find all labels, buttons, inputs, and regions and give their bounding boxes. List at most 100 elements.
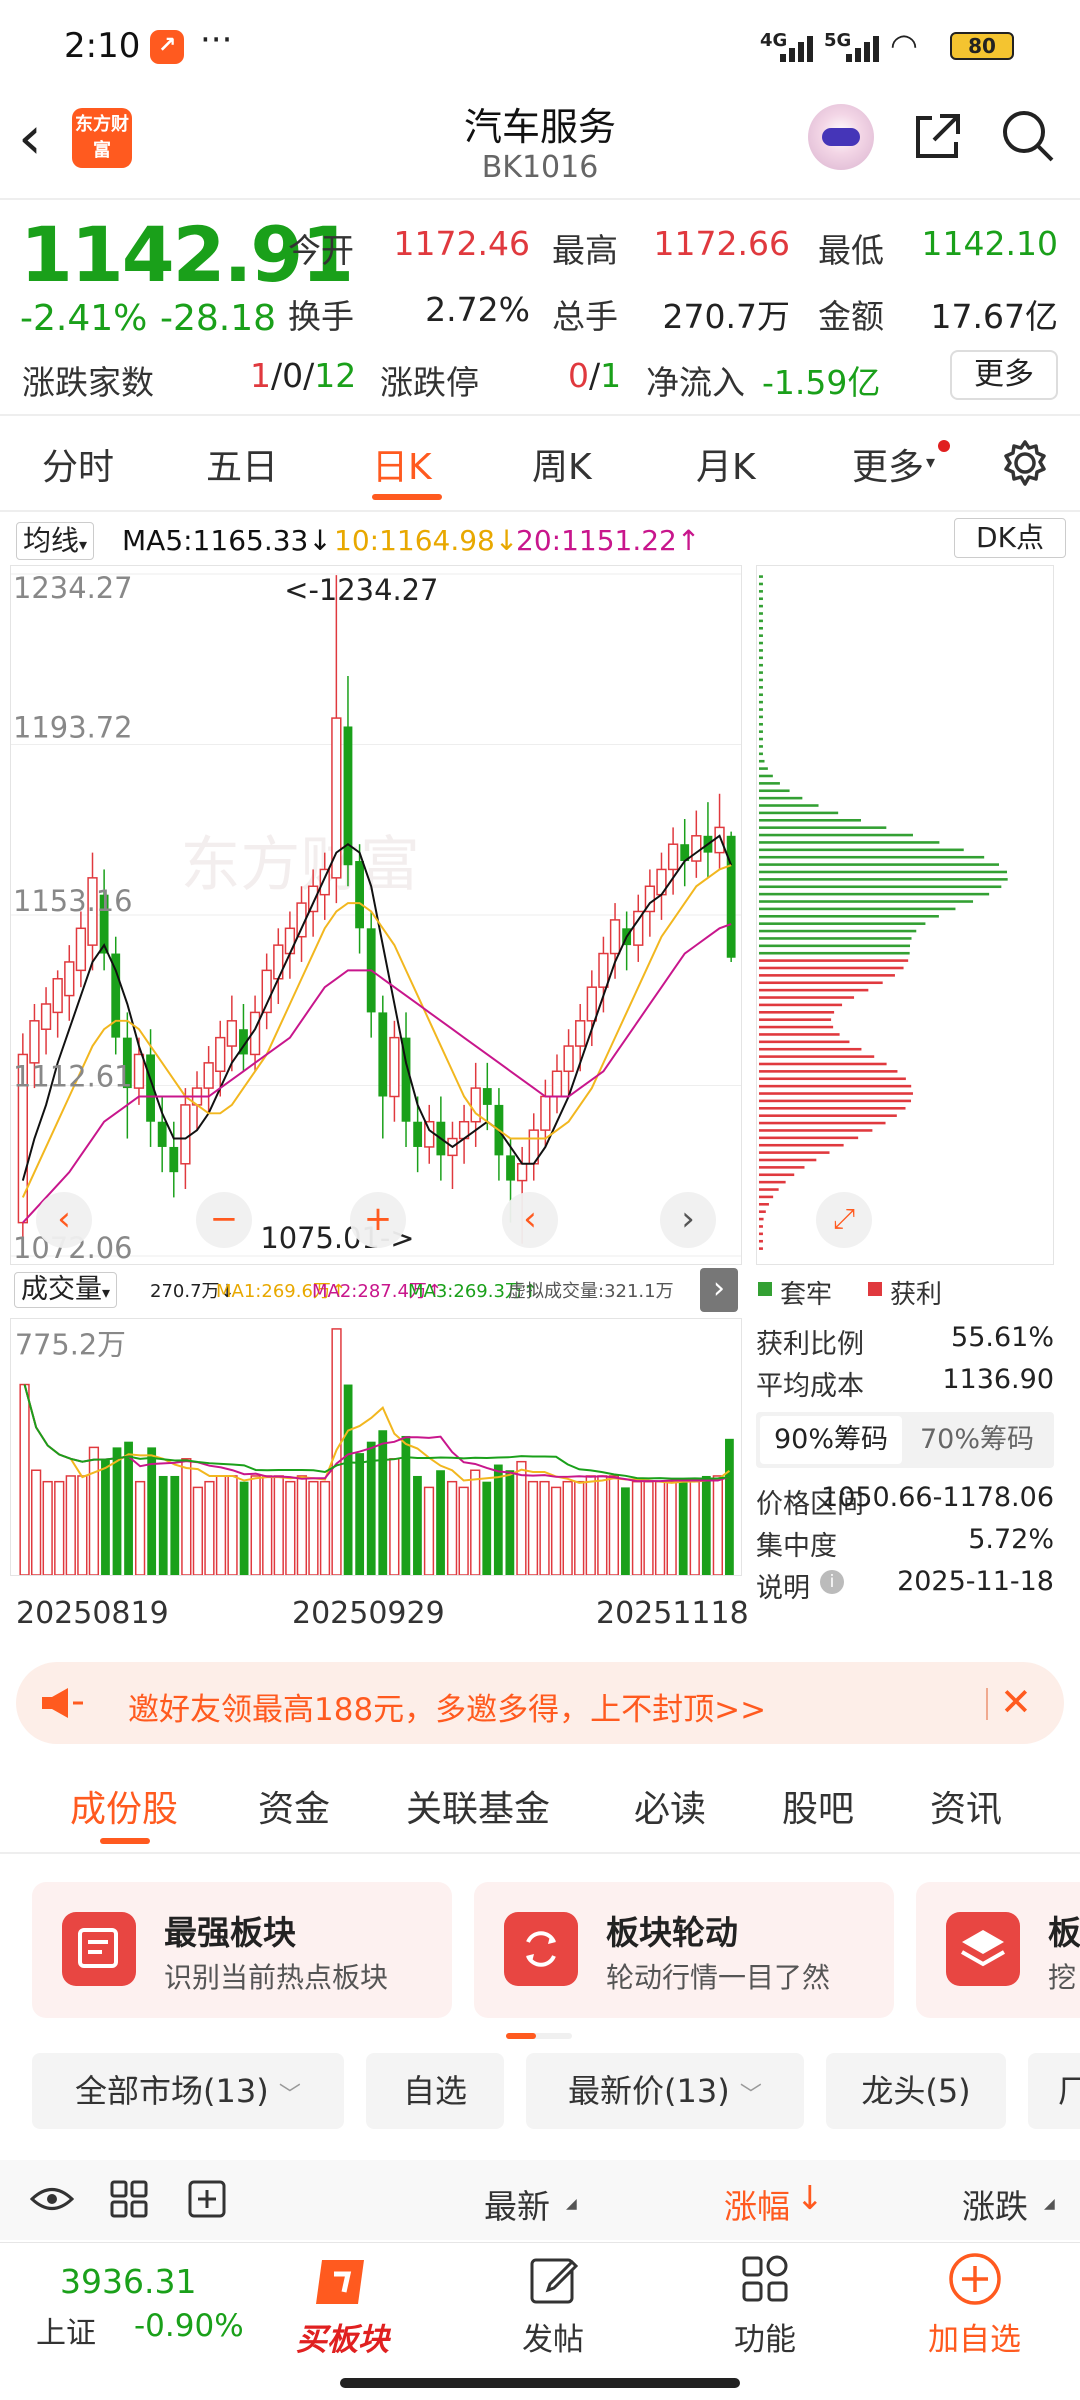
- volume-chart[interactable]: 775.2万: [10, 1318, 742, 1576]
- kline-chart[interactable]: 东方财富 1234.27 1193.72 1153.16 1112.61 107…: [10, 565, 742, 1265]
- buy-sector-icon[interactable]: [308, 2252, 378, 2312]
- index-name[interactable]: 上证: [36, 2308, 96, 2352]
- low-value: 1142.10: [921, 224, 1058, 263]
- zoom-out-button[interactable]: −: [196, 1192, 252, 1248]
- candle: [413, 1096, 423, 1173]
- chip-bar: [758, 1107, 906, 1110]
- search-icon[interactable]: [1000, 108, 1056, 164]
- candle: [609, 903, 621, 979]
- tab-monthly-k[interactable]: 月K: [696, 438, 756, 490]
- expand-icon[interactable]: ⤢: [816, 1192, 872, 1248]
- volume-value: 270.7万: [662, 297, 790, 336]
- chip-bar: [758, 959, 909, 962]
- chip-bar: [758, 1121, 886, 1125]
- gear-icon[interactable]: [1000, 438, 1050, 488]
- more-quote-button[interactable]: 更多: [950, 350, 1058, 400]
- turnover-label: 换手: [288, 297, 354, 336]
- x-label-mid: 20250929: [292, 1596, 445, 1631]
- collapse-arrow-icon[interactable]: ›: [700, 1268, 738, 1312]
- tab-more[interactable]: 更多: [852, 438, 924, 490]
- info-icon[interactable]: i: [820, 1570, 844, 1594]
- card-carousel-indicator: [506, 2033, 572, 2039]
- volume-selector[interactable]: 成交量▾: [14, 1272, 118, 1308]
- candle: [366, 911, 376, 1038]
- add-watchlist-icon[interactable]: [948, 2252, 1002, 2306]
- close-icon[interactable]: ✕: [1000, 1680, 1032, 1724]
- tab-weekly-k[interactable]: 周K: [532, 438, 592, 490]
- ma-selector[interactable]: 均线▾: [16, 522, 95, 560]
- index-value[interactable]: 3936.31: [60, 2262, 196, 2301]
- index-change[interactable]: -0.90%: [134, 2308, 244, 2344]
- volume-bar: [482, 1481, 492, 1575]
- volume-bar: [19, 1383, 30, 1575]
- volume-bar: [446, 1480, 458, 1575]
- share-icon[interactable]: [910, 108, 966, 164]
- ma10-label: 10:1164.98↓: [334, 524, 519, 557]
- card-sub-strongest: 识别当前热点板块: [164, 1961, 389, 1994]
- nav-buy-sector[interactable]: 买板块: [296, 2314, 389, 2359]
- volume-bar: [689, 1480, 700, 1575]
- open-value: 1172.46: [393, 224, 530, 263]
- grid-icon[interactable]: [110, 2180, 148, 2218]
- amount-value: 17.67亿: [930, 297, 1058, 336]
- candle: [726, 831, 736, 962]
- filter-more[interactable]: 厂: [1028, 2053, 1080, 2129]
- next-candle-button[interactable]: ›: [660, 1192, 716, 1248]
- chip-bar: [758, 693, 763, 697]
- tab-funds[interactable]: 资金: [258, 1780, 330, 1832]
- candle: [622, 911, 632, 971]
- candle: [40, 987, 52, 1055]
- assistant-avatar[interactable]: [808, 104, 874, 170]
- nav-function[interactable]: 功能: [734, 2314, 796, 2359]
- profit-legend-swatch: [868, 1282, 882, 1296]
- note-date: 2025-11-18: [897, 1566, 1054, 1597]
- volume-bar: [65, 1475, 76, 1575]
- limit-values: 0/1: [568, 356, 622, 395]
- netflow-label: 净流入: [646, 363, 745, 402]
- filter-market[interactable]: 全部市场(13) ﹀: [32, 2053, 344, 2129]
- apps-icon[interactable]: [740, 2254, 790, 2304]
- tab-chip-90[interactable]: 90%筹码: [760, 1416, 902, 1464]
- limit-label: 涨跌停: [380, 363, 479, 402]
- volume-label: 总手: [552, 297, 618, 336]
- add-box-icon[interactable]: [188, 2180, 226, 2218]
- tab-constituents[interactable]: 成份股: [70, 1780, 178, 1832]
- turnover-value: 2.72%: [425, 290, 530, 329]
- candle: [458, 1104, 470, 1164]
- tab-news[interactable]: 资讯: [930, 1780, 1002, 1832]
- tabs-divider: [0, 510, 1080, 512]
- volume-bar: [516, 1460, 527, 1575]
- chevron-left-icon[interactable]: ‹: [36, 1192, 92, 1248]
- chip-bar: [758, 929, 917, 933]
- tab-five-day[interactable]: 五日: [206, 438, 278, 490]
- tab-must-read[interactable]: 必读: [634, 1780, 706, 1832]
- chip-bar: [758, 671, 763, 674]
- promo-text[interactable]: 邀好友领最高188元，多邀多得，上不封顶>>: [128, 1684, 766, 1729]
- column-latest[interactable]: 最新: [484, 2180, 550, 2228]
- nav-add-watchlist[interactable]: 加自选: [928, 2314, 1021, 2359]
- tab-forum[interactable]: 股吧: [782, 1780, 854, 1832]
- tab-related-funds[interactable]: 关联基金: [406, 1780, 550, 1832]
- prev-candle-button[interactable]: ‹: [502, 1192, 558, 1248]
- volume-bar: [262, 1475, 273, 1575]
- breadth-label: 涨跌家数: [22, 363, 154, 402]
- tab-intraday[interactable]: 分时: [42, 438, 114, 490]
- chip-bar: [758, 619, 763, 623]
- nav-post[interactable]: 发帖: [522, 2314, 584, 2359]
- eye-icon[interactable]: [30, 2184, 74, 2214]
- filter-leaders[interactable]: 龙头(5): [826, 2053, 1006, 2129]
- filter-latest-price[interactable]: 最新价(13) ﹀: [526, 2053, 804, 2129]
- filter-watchlist[interactable]: 自选: [366, 2053, 504, 2129]
- dk-point-button[interactable]: DK点: [954, 518, 1066, 558]
- column-change-pct[interactable]: 涨幅: [724, 2180, 790, 2228]
- tab-chip-70[interactable]: 70%筹码: [906, 1416, 1048, 1464]
- tab-daily-k[interactable]: 日K: [372, 438, 432, 490]
- banner-separator: [986, 1688, 988, 1720]
- edit-icon[interactable]: [528, 2254, 580, 2306]
- strongest-sector-icon: [62, 1912, 136, 1986]
- card-sub-rotation: 轮动行情一目了然: [606, 1961, 831, 1994]
- chip-bar: [758, 1247, 763, 1250]
- column-change[interactable]: 涨跌: [962, 2180, 1028, 2228]
- volume-bar: [678, 1481, 688, 1575]
- zoom-in-button[interactable]: +: [350, 1192, 406, 1248]
